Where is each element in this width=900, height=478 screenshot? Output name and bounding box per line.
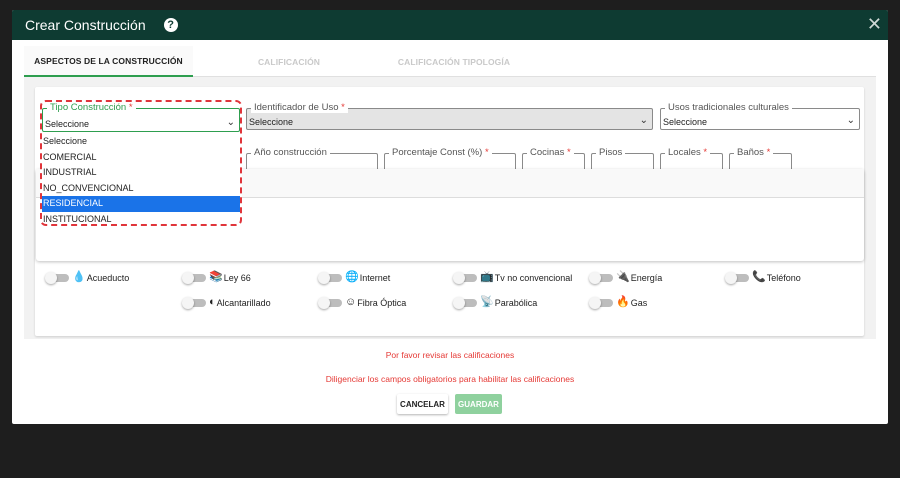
usos-tradicionales-value: Seleccione [663, 117, 708, 127]
tab-calificacion[interactable]: CALIFICACIÓN [204, 46, 374, 77]
identificador-uso-value: Seleccione [249, 117, 294, 127]
identificador-uso-select[interactable]: Identificador de Uso * Seleccione ⌄ [246, 102, 653, 130]
switch-fibra-optica[interactable]: ☺ Fibra Óptica [318, 296, 407, 309]
option-seleccione[interactable]: Seleccione [42, 134, 240, 150]
chevron-down-icon: ⌄ [846, 115, 855, 126]
locales-label: Locales * [665, 147, 711, 158]
switch-tv-no-convencional[interactable]: 📺 Tv no convencional [453, 271, 573, 284]
tipo-construccion-label: Tipo Construcción * [47, 102, 136, 113]
anio-construccion-label: Año construcción [251, 147, 330, 158]
tab-calificacion-tipologia[interactable]: CALIFICACIÓN TIPOLOGÍA [379, 46, 529, 77]
fiber-icon: ☺ [345, 296, 357, 308]
pisos-label: Pisos [596, 147, 626, 158]
option-residencial[interactable]: RESIDENCIAL [42, 196, 240, 212]
tab-aspectos[interactable]: ASPECTOS DE LA CONSTRUCCIÓN [24, 46, 193, 77]
fibra-optica-label: Fibra Óptica [357, 297, 407, 308]
toggle-switch[interactable] [318, 271, 342, 284]
campos-obligatorios-message: Diligenciar los campos obligatorios para… [325, 374, 575, 384]
toggle-switch[interactable] [589, 271, 613, 284]
toggle-switch[interactable] [725, 271, 749, 284]
acueducto-label: Acueducto [86, 272, 130, 283]
cancel-button[interactable]: CANCELAR [397, 394, 448, 414]
help-icon[interactable]: ? [163, 18, 178, 32]
plug-icon: 🔌 [616, 271, 630, 283]
toggle-switch[interactable] [182, 296, 206, 309]
cocinas-label: Cocinas * [527, 147, 574, 158]
option-comercial[interactable]: COMERCIAL [42, 150, 240, 166]
alcantarillado-label: Alcantarillado [216, 297, 271, 308]
banos-label: Baños * [734, 147, 774, 158]
revisar-calificaciones-message: Por favor revisar las calificaciones [385, 350, 515, 360]
tv-no-convencional-label: Tv no convencional [494, 272, 573, 283]
tipo-construccion-dropdown: Tipo Construcción * Seleccione ⌄ Selecci… [40, 100, 242, 226]
flame-icon: 🔥 [616, 296, 630, 308]
switch-gas[interactable]: 🔥 Gas [589, 296, 648, 309]
tipo-construccion-select[interactable]: Tipo Construcción * Seleccione ⌄ [42, 102, 240, 132]
satellite-icon: 📡 [480, 296, 494, 308]
chevron-down-icon: ⌄ [226, 117, 235, 128]
usos-tradicionales-select[interactable]: Usos tradicionales culturales Seleccione… [660, 102, 860, 130]
porcentaje-const-label: Porcentaje Const (%) * [389, 147, 492, 158]
toggle-switch[interactable] [182, 271, 206, 284]
switch-telefono[interactable]: 📞 Teléfono [725, 271, 801, 284]
modal-header: Crear Construcción ? ✕ [12, 10, 888, 40]
toggle-switch[interactable] [45, 271, 69, 284]
toggle-switch[interactable] [589, 296, 613, 309]
phone-icon: 📞 [752, 271, 766, 283]
switch-parabolica[interactable]: 📡 Parabólica [453, 296, 538, 309]
tv-off-icon: 📺 [480, 271, 494, 283]
water-drop-icon: 💧 [72, 271, 86, 283]
switch-alcantarillado[interactable]: ◐ Alcantarillado [182, 296, 271, 309]
toggle-switch[interactable] [318, 296, 342, 309]
option-institucional[interactable]: INSTITUCIONAL [42, 212, 240, 228]
option-industrial[interactable]: INDUSTRIAL [42, 165, 240, 181]
option-no-convencional[interactable]: NO_CONVENCIONAL [42, 181, 240, 197]
parabolica-label: Parabólica [494, 297, 538, 308]
chevron-down-icon: ⌄ [639, 115, 648, 126]
close-icon[interactable]: ✕ [867, 14, 882, 35]
modal-title: Crear Construcción [25, 17, 146, 33]
identificador-uso-label: Identificador de Uso * [251, 102, 348, 113]
switch-internet[interactable]: 🌐 Internet [318, 271, 391, 284]
switch-acueducto[interactable]: 💧 Acueducto [45, 271, 130, 284]
switch-ley-66[interactable]: 📚 Ley 66 [182, 271, 251, 284]
telefono-label: Teléfono [766, 272, 801, 283]
book-icon: 📚 [209, 271, 223, 283]
save-button[interactable]: GUARDAR [455, 394, 502, 414]
tipo-construccion-value: Seleccione [45, 119, 90, 129]
ley-66-label: Ley 66 [223, 272, 251, 283]
gas-label: Gas [630, 297, 648, 308]
tab-bar: ASPECTOS DE LA CONSTRUCCIÓN CALIFICACIÓN… [24, 46, 876, 77]
tipo-construccion-options: Seleccione COMERCIAL INDUSTRIAL NO_CONVE… [42, 134, 240, 227]
globe-icon: 🌐 [345, 271, 359, 283]
energia-label: Energía [630, 272, 663, 283]
toggle-switch[interactable] [453, 296, 477, 309]
internet-label: Internet [359, 272, 391, 283]
switch-energia[interactable]: 🔌 Energía [589, 271, 663, 284]
usos-tradicionales-label: Usos tradicionales culturales [665, 102, 792, 113]
toggle-switch[interactable] [453, 271, 477, 284]
contrast-icon: ◐ [209, 296, 216, 308]
